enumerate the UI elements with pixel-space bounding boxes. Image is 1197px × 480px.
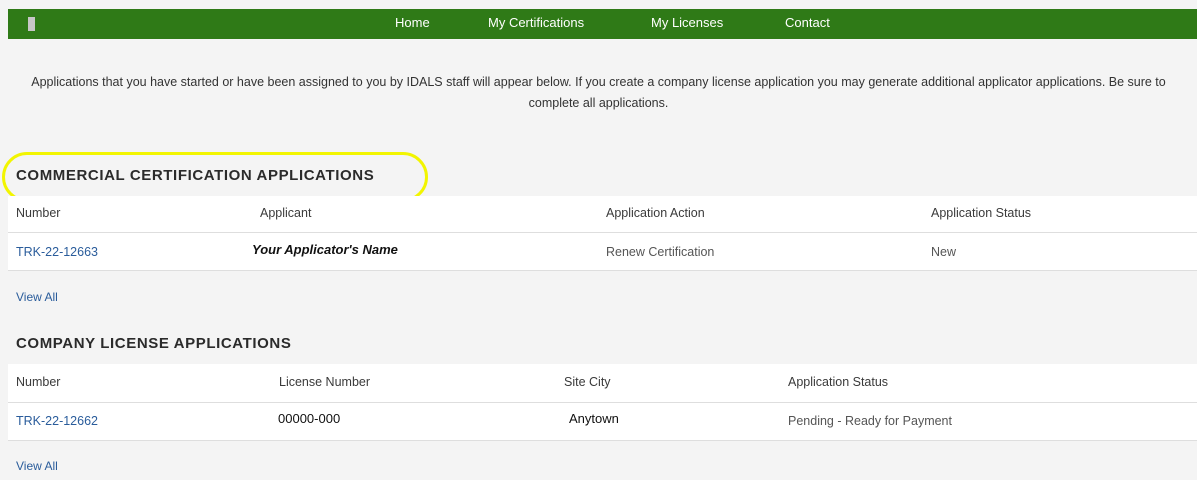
nav-my-certifications[interactable]: My Certifications [488,15,584,30]
commercial-row-number-link[interactable]: TRK-22-12663 [16,245,98,259]
col-header-application-status: Application Status [788,375,889,389]
intro-message: Applications that you have started or ha… [0,72,1197,114]
commercial-view-all-link[interactable]: View All [16,290,58,304]
commercial-row-status: New [931,245,957,259]
logo-icon [28,17,35,31]
nav-my-licenses[interactable]: My Licenses [651,15,723,30]
top-navbar: Home My Certifications My Licenses Conta… [8,9,1197,39]
col-header-application-status: Application Status [931,206,1032,220]
commercial-section-title: COMMERCIAL CERTIFICATION APPLICATIONS [16,167,375,184]
company-row-status: Pending - Ready for Payment [788,414,952,428]
row-divider [8,440,1197,441]
company-row-site-city: Anytown [569,411,619,426]
company-view-all-link[interactable]: View All [16,459,58,473]
company-section-title: COMPANY LICENSE APPLICATIONS [16,335,292,352]
nav-contact[interactable]: Contact [785,15,830,30]
header-divider [8,402,1197,403]
commercial-row-action: Renew Certification [606,245,715,259]
col-header-number: Number [16,206,61,220]
company-row-license-number: 00000-000 [278,411,341,426]
intro-text: Applications that you have started or ha… [31,75,1166,110]
col-header-number: Number [16,375,61,389]
header-divider [8,232,1197,233]
col-header-application-action: Application Action [606,206,705,220]
commercial-row-applicant: Your Applicator's Name [252,242,398,257]
col-header-site-city: Site City [564,375,611,389]
col-header-license-number: License Number [279,375,371,389]
row-divider [8,270,1197,271]
company-row-number-link[interactable]: TRK-22-12662 [16,414,98,428]
nav-home[interactable]: Home [395,15,430,30]
col-header-applicant: Applicant [260,206,312,220]
